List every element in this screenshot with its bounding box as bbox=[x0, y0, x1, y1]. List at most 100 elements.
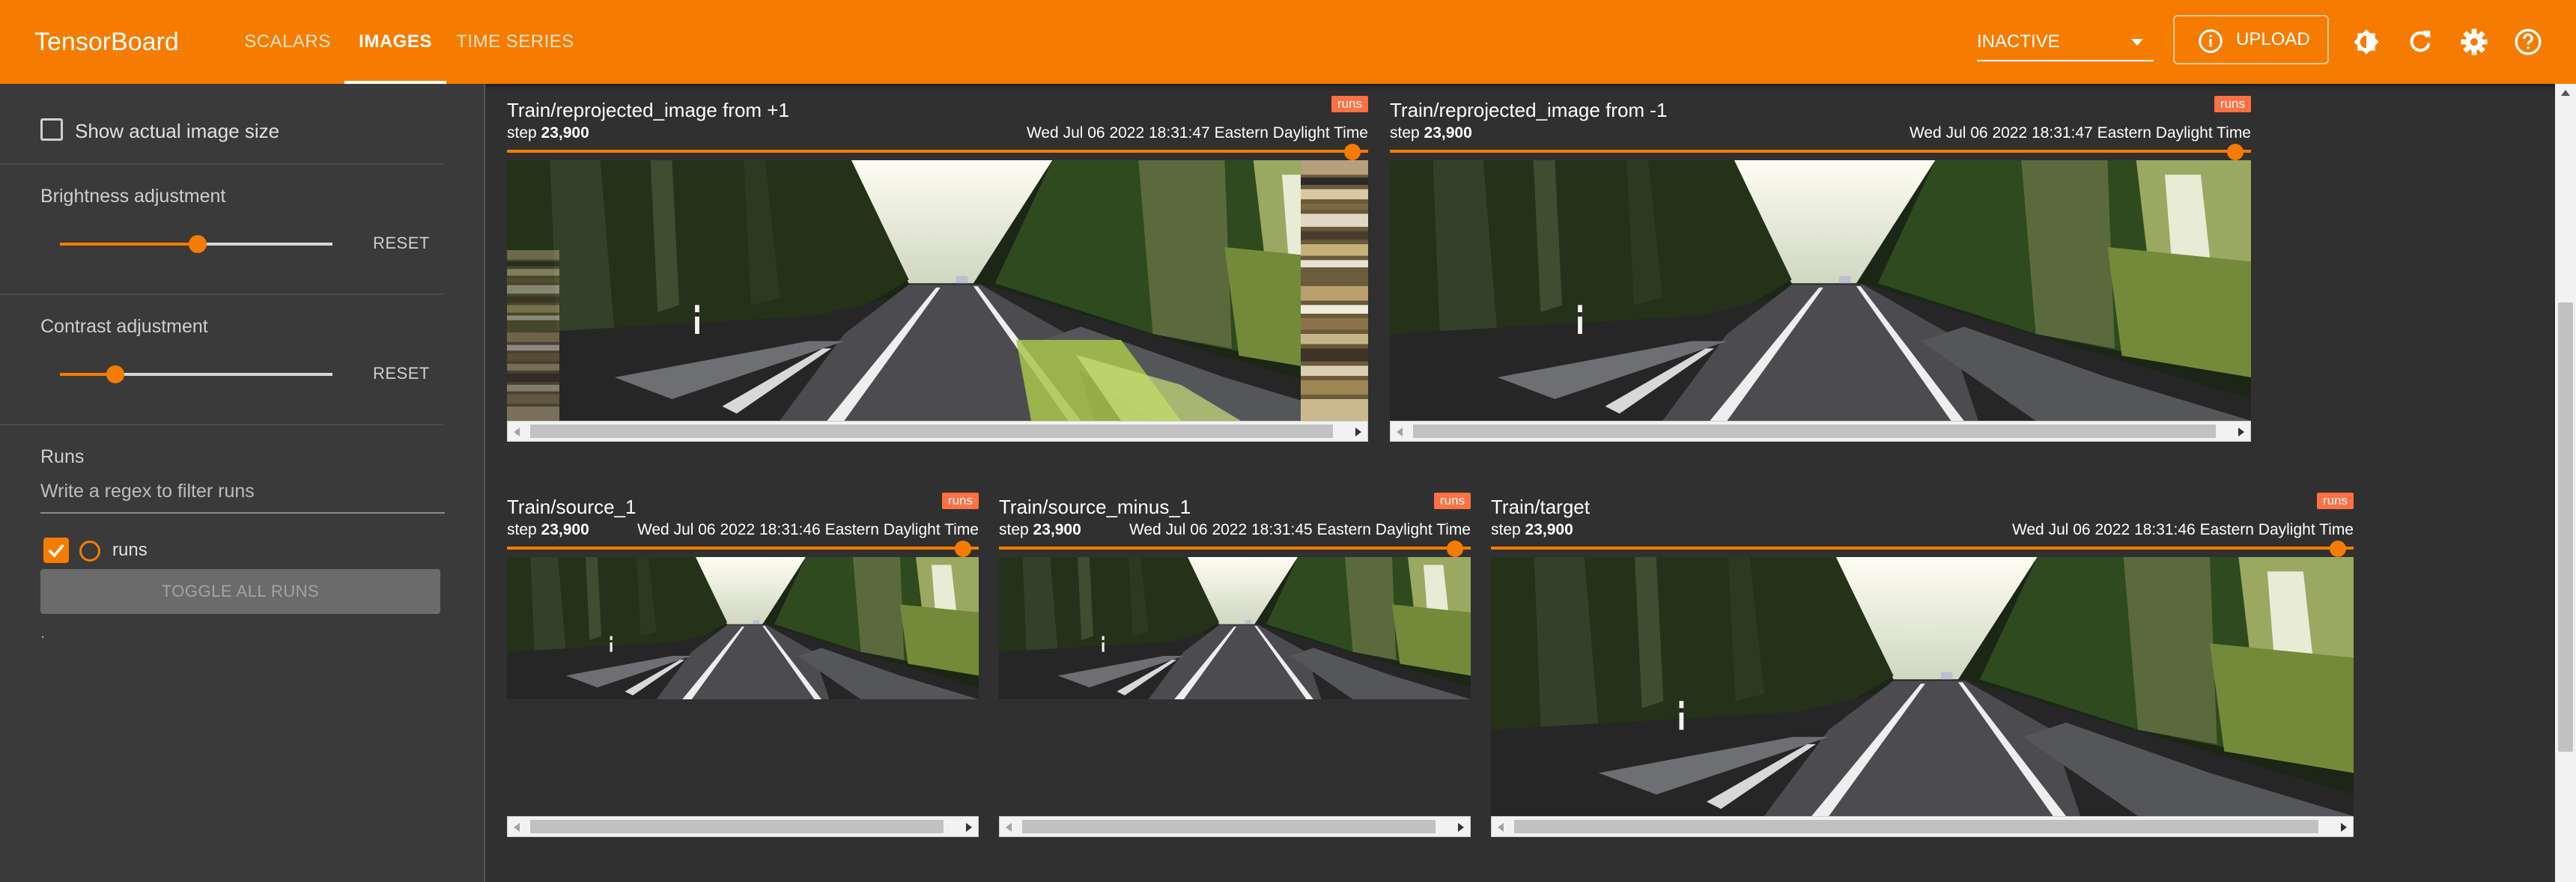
run-badge: runs bbox=[941, 493, 979, 509]
contrast-label: Contrast adjustment bbox=[40, 316, 208, 337]
card-step: step 23,900 bbox=[999, 521, 1081, 538]
upload-button[interactable]: UPLOAD bbox=[2173, 15, 2329, 64]
card-timestamp: Wed Jul 06 2022 18:31:47 Eastern Dayligh… bbox=[1026, 124, 1368, 142]
contrast-reset-button[interactable]: RESET bbox=[373, 364, 430, 383]
runs-filter-input[interactable]: Write a regex to filter runs bbox=[40, 481, 445, 514]
scroll-right-icon[interactable] bbox=[1355, 428, 1361, 437]
step-slider[interactable] bbox=[1390, 150, 2251, 153]
image-card: Train/reprojected_image from -1 runs ste… bbox=[1390, 96, 2251, 443]
run-color-swatch[interactable] bbox=[79, 541, 100, 562]
scrollbar-thumb[interactable] bbox=[1022, 820, 1436, 833]
run-badge: runs bbox=[1331, 96, 1368, 112]
runs-filter-placeholder: Write a regex to filter runs bbox=[40, 481, 255, 502]
scroll-right-icon[interactable] bbox=[1458, 823, 1464, 832]
step-slider-thumb[interactable] bbox=[955, 541, 971, 557]
image-card: Train/source_1 runs step 23,900 Wed Jul … bbox=[507, 493, 979, 839]
step-slider-thumb[interactable] bbox=[1344, 144, 1361, 160]
run-state-select[interactable]: INACTIVE bbox=[1977, 22, 2154, 61]
step-slider[interactable] bbox=[1491, 547, 2354, 550]
image-preview bbox=[507, 557, 979, 699]
settings-icon[interactable] bbox=[2459, 27, 2489, 57]
scrollbar-thumb[interactable] bbox=[530, 425, 1333, 438]
brightness-slider-thumb[interactable] bbox=[189, 235, 207, 253]
image-horizontal-scrollbar[interactable] bbox=[507, 816, 979, 837]
step-slider-thumb[interactable] bbox=[2330, 541, 2346, 557]
brightness-slider-fill bbox=[60, 243, 196, 246]
chevron-down-icon bbox=[2131, 39, 2143, 46]
card-step: step 23,900 bbox=[507, 124, 589, 142]
card-step: step 23,900 bbox=[1390, 124, 1472, 142]
scrollbar-thumb[interactable] bbox=[530, 820, 944, 833]
image-horizontal-scrollbar[interactable] bbox=[999, 816, 1471, 837]
tab-scalars[interactable]: SCALARS bbox=[238, 0, 337, 84]
run-name: runs bbox=[112, 540, 148, 560]
card-timestamp: Wed Jul 06 2022 18:31:45 Eastern Dayligh… bbox=[1128, 521, 1471, 538]
tab-time-series[interactable]: TIME SERIES bbox=[454, 0, 577, 84]
image-horizontal-scrollbar[interactable] bbox=[507, 421, 1368, 442]
scrollbar-thumb[interactable] bbox=[1413, 425, 2216, 438]
brightness-icon[interactable] bbox=[2351, 27, 2381, 57]
runs-footer: . bbox=[40, 623, 46, 642]
upload-label: UPLOAD bbox=[2236, 29, 2310, 49]
card-title: Train/source_minus_1 bbox=[999, 496, 1191, 518]
card-timestamp: Wed Jul 06 2022 18:31:46 Eastern Dayligh… bbox=[2011, 521, 2354, 538]
card-title: Train/target bbox=[1491, 496, 1590, 518]
scroll-left-icon[interactable] bbox=[514, 823, 520, 832]
scroll-left-icon[interactable] bbox=[1006, 823, 1012, 832]
divider bbox=[0, 424, 443, 425]
divider bbox=[0, 294, 443, 295]
road-image bbox=[507, 160, 1368, 421]
step-slider-thumb[interactable] bbox=[2227, 144, 2244, 160]
toggle-all-runs-button[interactable]: TOGGLE ALL RUNS bbox=[40, 569, 440, 614]
scroll-left-icon[interactable] bbox=[1397, 428, 1403, 437]
road-image bbox=[1491, 557, 2354, 816]
scroll-up-icon[interactable] bbox=[2561, 90, 2570, 96]
run-state-value: INACTIVE bbox=[1977, 31, 2060, 52]
image-horizontal-scrollbar[interactable] bbox=[1491, 816, 2354, 837]
brightness-reset-button[interactable]: RESET bbox=[373, 234, 430, 253]
brightness-label: Brightness adjustment bbox=[40, 186, 226, 207]
image-horizontal-scrollbar[interactable] bbox=[1390, 421, 2251, 442]
step-slider[interactable] bbox=[507, 150, 1368, 153]
card-step: step 23,900 bbox=[507, 521, 589, 538]
card-timestamp: Wed Jul 06 2022 18:31:47 Eastern Dayligh… bbox=[1909, 124, 2251, 142]
image-preview bbox=[507, 160, 1368, 421]
scroll-left-icon[interactable] bbox=[1498, 823, 1504, 832]
image-card: Train/source_minus_1 runs step 23,900 We… bbox=[999, 493, 1471, 839]
card-title: Train/reprojected_image from -1 bbox=[1390, 99, 1668, 121]
tab-images[interactable]: IMAGES bbox=[344, 0, 446, 84]
scroll-right-icon[interactable] bbox=[966, 823, 972, 832]
app-brand: TensorBoard bbox=[34, 28, 179, 56]
run-badge: runs bbox=[2214, 96, 2251, 112]
card-title: Train/reprojected_image from +1 bbox=[507, 99, 789, 121]
show-actual-size-label: Show actual image size bbox=[75, 120, 280, 142]
scroll-left-icon[interactable] bbox=[514, 428, 520, 437]
show-actual-size-checkbox[interactable] bbox=[40, 118, 63, 141]
contrast-slider-thumb[interactable] bbox=[106, 365, 124, 383]
page-scrollbar-thumb[interactable] bbox=[2558, 302, 2573, 752]
step-slider-thumb[interactable] bbox=[1447, 541, 1463, 557]
sidebar: Show actual image size Brightness adjust… bbox=[0, 84, 485, 882]
page-vertical-scrollbar[interactable] bbox=[2555, 84, 2576, 882]
card-timestamp: Wed Jul 06 2022 18:31:46 Eastern Dayligh… bbox=[637, 521, 979, 538]
image-preview bbox=[999, 557, 1471, 699]
divider bbox=[0, 163, 443, 165]
image-preview bbox=[1491, 557, 2354, 816]
road-image bbox=[507, 557, 979, 699]
run-checkbox[interactable] bbox=[43, 538, 69, 563]
road-image bbox=[1390, 160, 2251, 421]
run-badge: runs bbox=[1433, 493, 1471, 509]
step-slider[interactable] bbox=[999, 547, 1471, 550]
scroll-right-icon[interactable] bbox=[2238, 428, 2244, 437]
refresh-icon[interactable] bbox=[2405, 27, 2435, 57]
step-slider[interactable] bbox=[507, 547, 979, 550]
info-icon bbox=[2199, 29, 2223, 53]
help-icon[interactable] bbox=[2513, 27, 2543, 57]
scroll-right-icon[interactable] bbox=[2341, 823, 2347, 832]
scrollbar-thumb[interactable] bbox=[1514, 820, 2318, 833]
image-preview bbox=[1390, 160, 2251, 421]
check-icon bbox=[48, 544, 64, 558]
runs-title: Runs bbox=[40, 446, 85, 467]
road-image bbox=[999, 557, 1471, 699]
image-card: Train/target runs step 23,900 Wed Jul 06… bbox=[1491, 493, 2354, 839]
